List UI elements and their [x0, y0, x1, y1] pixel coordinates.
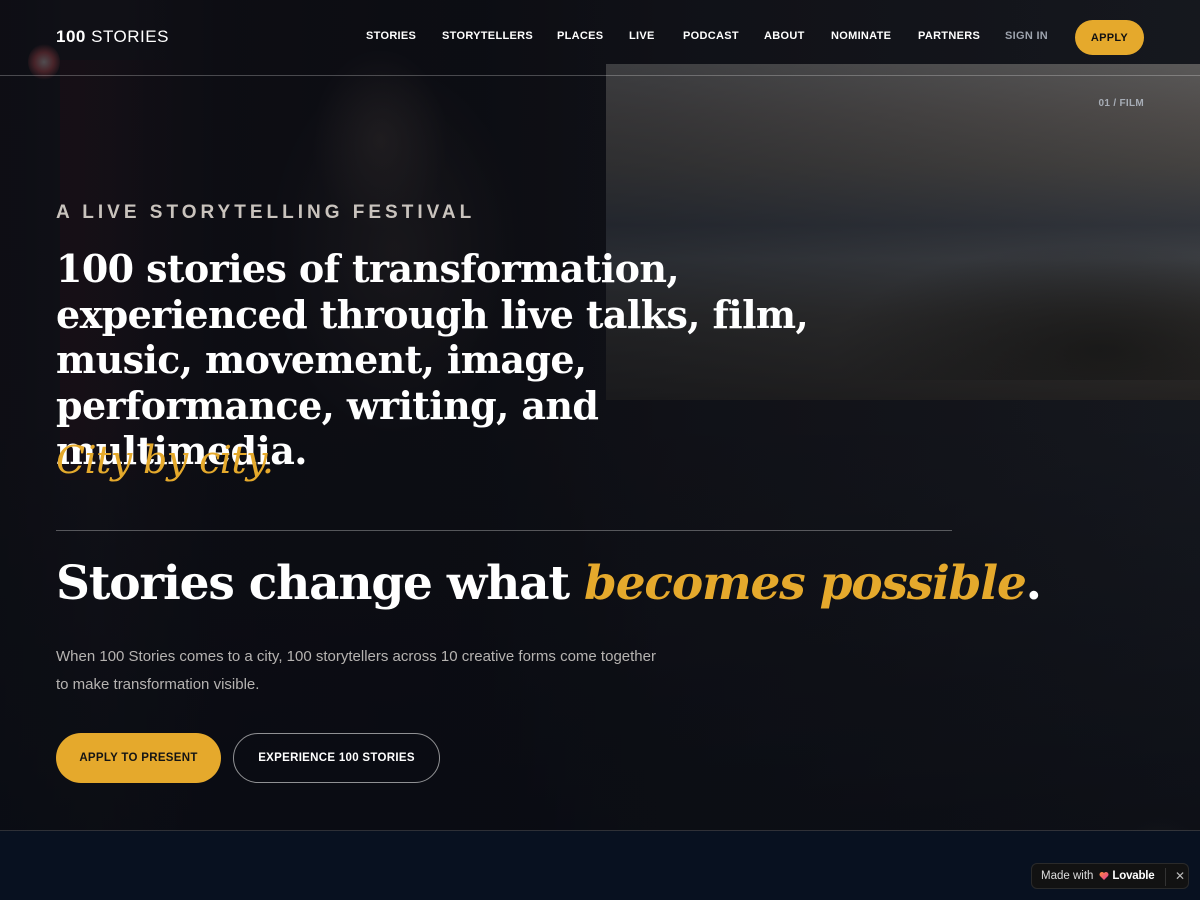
made-with-badge[interactable]: Made with Lovable ✕ [1031, 863, 1189, 889]
slide-indicator: 01 / FILM [1098, 98, 1144, 109]
experience-button[interactable]: EXPERIENCE 100 STORIES [233, 733, 440, 783]
hero-eyebrow: A LIVE STORYTELLING FESTIVAL [56, 202, 476, 223]
hero-tagline: City by city. [56, 438, 274, 482]
lovable-heart-icon [1099, 871, 1109, 881]
divider [56, 530, 952, 531]
nav-live[interactable]: LIVE [629, 30, 655, 42]
nav-podcast[interactable]: PODCAST [683, 30, 739, 42]
nav-nominate[interactable]: NOMINATE [831, 30, 891, 42]
nav-places[interactable]: PLACES [557, 30, 603, 42]
nav-partners[interactable]: PARTNERS [918, 30, 980, 42]
subhead-accent: becomes possible [584, 556, 1027, 611]
nav-about[interactable]: ABOUT [764, 30, 805, 42]
nav-sign-in[interactable]: SIGN IN [1005, 30, 1048, 42]
site-header: 100 STORIES STORIES STORYTELLERS PLACES … [0, 0, 1200, 76]
close-icon[interactable]: ✕ [1174, 869, 1186, 883]
nav-stories[interactable]: STORIES [366, 30, 416, 42]
main-nav: STORIES STORYTELLERS PLACES LIVE PODCAST… [0, 30, 1200, 44]
apply-button[interactable]: APPLY [1075, 20, 1144, 55]
hero-subhead: Stories change what becomes possible. [56, 556, 1042, 611]
nav-storytellers[interactable]: STORYTELLERS [442, 30, 533, 42]
apply-to-present-button[interactable]: APPLY TO PRESENT [56, 733, 221, 783]
hero-description: When 100 Stories comes to a city, 100 st… [56, 648, 656, 693]
